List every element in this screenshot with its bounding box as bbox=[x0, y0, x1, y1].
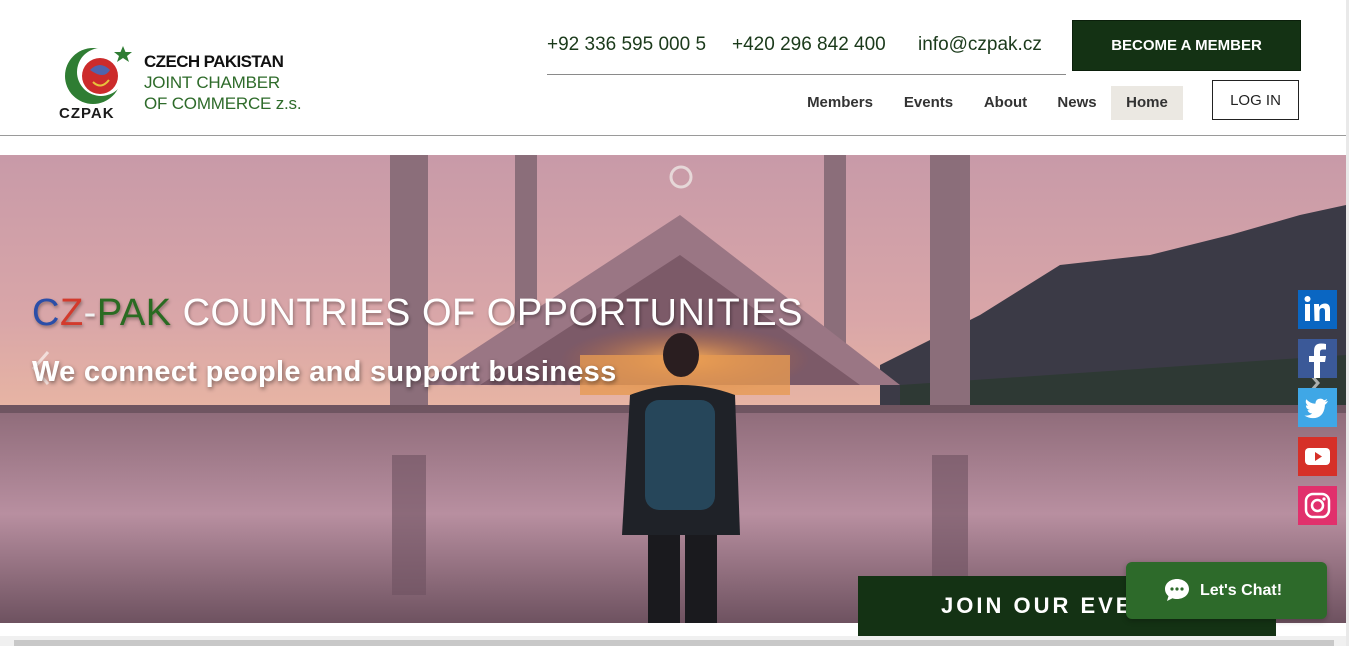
headline-rest: COUNTRIES OF OPPORTUNITIES bbox=[171, 292, 803, 334]
hero-subheadline: We connect people and support business bbox=[32, 356, 617, 388]
linkedin-icon[interactable] bbox=[1298, 290, 1337, 329]
email-link[interactable]: info@czpak.cz bbox=[918, 34, 1042, 56]
login-button[interactable]: LOG IN bbox=[1212, 80, 1299, 120]
page: CZPAK CZECH PAKISTAN JOINT CHAMBER OF CO… bbox=[0, 0, 1349, 646]
brand-line-1: CZECH PAKISTAN bbox=[144, 52, 284, 71]
facebook-icon[interactable] bbox=[1298, 339, 1337, 378]
hero-slideshow[interactable] bbox=[0, 155, 1346, 623]
instagram-icon[interactable] bbox=[1298, 486, 1337, 525]
headline-z: Z bbox=[59, 292, 84, 334]
nav-item-home[interactable]: Home bbox=[1111, 86, 1183, 120]
brand-line-2: JOINT CHAMBER bbox=[144, 73, 280, 92]
brand-line-3: OF COMMERCE z.s. bbox=[144, 94, 302, 113]
twitter-icon[interactable] bbox=[1298, 388, 1337, 427]
phone-pk-link[interactable]: +92 336 595 000 5 bbox=[547, 34, 706, 56]
chat-bubble-icon bbox=[1165, 579, 1189, 601]
nav-item-members[interactable]: Members bbox=[799, 86, 881, 120]
hero-headline: CZ-PAK COUNTRIES OF OPPORTUNITIES bbox=[32, 292, 803, 335]
headline-pak: PAK bbox=[96, 292, 172, 334]
horizontal-scrollbar-thumb[interactable] bbox=[14, 640, 1334, 646]
header-divider bbox=[0, 135, 1346, 136]
become-member-button[interactable]: BECOME A MEMBER bbox=[1072, 20, 1301, 71]
phone-cz-link[interactable]: +420 296 842 400 bbox=[732, 34, 886, 56]
chat-label: Let's Chat! bbox=[1200, 582, 1283, 599]
contact-bar: +92 336 595 000 5 +420 296 842 400 info@… bbox=[547, 34, 1066, 75]
logo-text: CZPAK bbox=[59, 105, 115, 120]
nav-item-events[interactable]: Events bbox=[895, 86, 962, 120]
brand-name[interactable]: CZECH PAKISTAN JOINT CHAMBER OF COMMERCE… bbox=[144, 51, 302, 114]
headline-c: C bbox=[32, 292, 60, 334]
youtube-icon[interactable] bbox=[1298, 437, 1337, 476]
czpak-logo[interactable]: CZPAK bbox=[57, 40, 135, 122]
chat-widget-button[interactable]: Let's Chat! bbox=[1126, 562, 1327, 619]
headline-dash: - bbox=[83, 292, 97, 334]
nav-item-news[interactable]: News bbox=[1049, 86, 1105, 120]
nav-item-about[interactable]: About bbox=[976, 86, 1035, 120]
hero-image bbox=[0, 155, 1346, 623]
